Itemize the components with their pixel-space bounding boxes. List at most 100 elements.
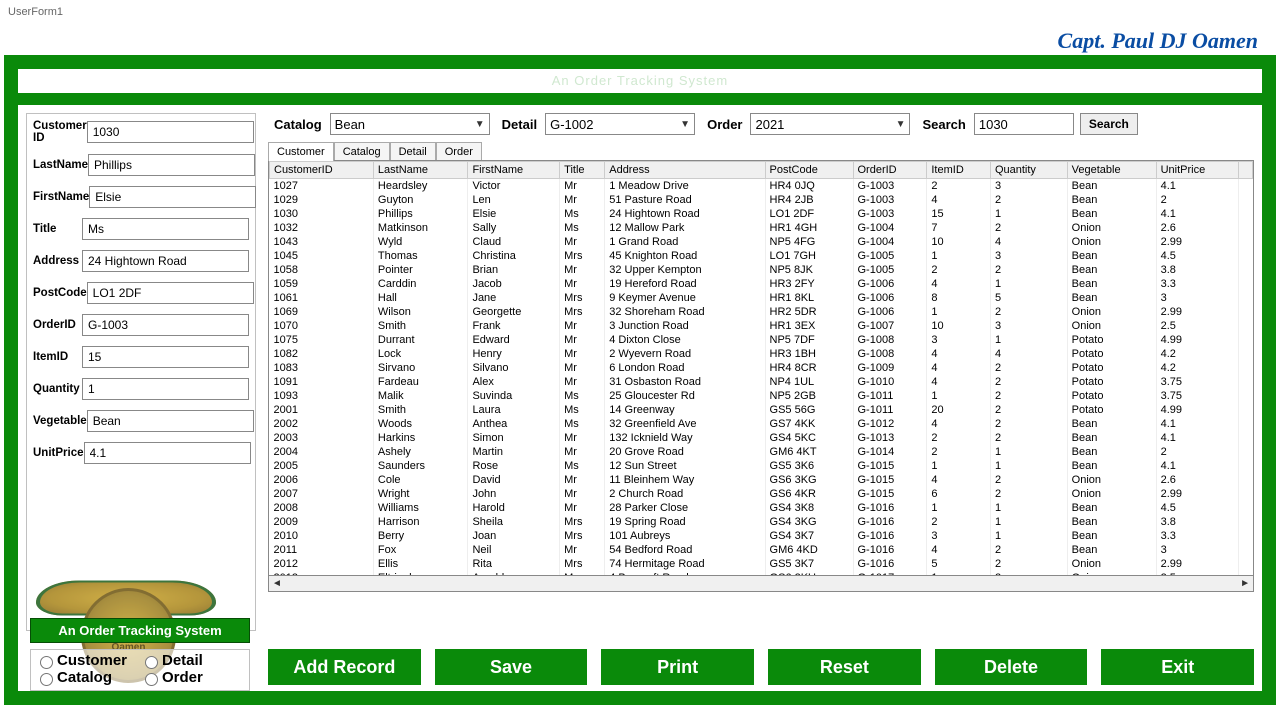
- cell: 3: [990, 179, 1067, 194]
- scroll-left-icon[interactable]: ◄: [269, 578, 285, 589]
- exit-button[interactable]: Exit: [1101, 649, 1254, 685]
- search-button[interactable]: Search: [1080, 113, 1138, 135]
- table-row[interactable]: 1058PointerBrianMr32 Upper KemptonNP5 8J…: [270, 263, 1253, 277]
- cell: Onion: [1067, 487, 1156, 501]
- table-row[interactable]: 1043WyldClaudMr1 Grand RoadNP5 4FGG-1004…: [270, 235, 1253, 249]
- table-row[interactable]: 1029GuytonLenMr51 Pasture RoadHR4 2JBG-1…: [270, 193, 1253, 207]
- table-row[interactable]: 2007WrightJohnMr2 Church RoadGS6 4KRG-10…: [270, 487, 1253, 501]
- table-row[interactable]: 2012EllisRitaMrs74 Hermitage RoadGS5 3K7…: [270, 557, 1253, 571]
- horizontal-scrollbar[interactable]: ◄ ►: [268, 576, 1254, 592]
- table-row[interactable]: 1032MatkinsonSallyMs12 Mallow ParkHR1 4G…: [270, 221, 1253, 235]
- cell: Mrs: [560, 291, 605, 305]
- table-row[interactable]: 2005SaundersRoseMs12 Sun StreetGS5 3K6G-…: [270, 459, 1253, 473]
- field-input-unitprice[interactable]: [84, 442, 251, 464]
- catalog-combo[interactable]: Bean▼: [330, 113, 490, 135]
- field-input-vegetable[interactable]: [87, 410, 254, 432]
- cell: 4.1: [1156, 459, 1238, 473]
- delete-button[interactable]: Delete: [935, 649, 1088, 685]
- field-input-quantity[interactable]: [82, 378, 249, 400]
- column-header[interactable]: LastName: [373, 162, 468, 179]
- table-row[interactable]: 2009HarrisonSheilaMrs19 Spring RoadGS4 3…: [270, 515, 1253, 529]
- table-row[interactable]: 1091FardeauAlexMr31 Osbaston RoadNP4 1UL…: [270, 375, 1253, 389]
- cell: 1: [990, 277, 1067, 291]
- table-row[interactable]: 1082LockHenryMr2 Wyevern RoadHR3 1BHG-10…: [270, 347, 1253, 361]
- table-row[interactable]: 2002WoodsAntheaMs32 Greenfield AveGS7 4K…: [270, 417, 1253, 431]
- cell: GS5 56G: [765, 403, 853, 417]
- cell: 2: [990, 417, 1067, 431]
- order-combo[interactable]: 2021▼: [750, 113, 910, 135]
- radio-customer[interactable]: Customer: [35, 652, 140, 669]
- search-label: Search: [922, 117, 965, 132]
- radio-order[interactable]: Order: [140, 669, 245, 686]
- tab-customer[interactable]: Customer: [268, 142, 334, 161]
- cell: G-1012: [853, 417, 927, 431]
- table-row[interactable]: 1075DurrantEdwardMr4 Dixton CloseNP5 7DF…: [270, 333, 1253, 347]
- table-row[interactable]: 1061HallJaneMrs9 Keymer AvenueHR1 8KLG-1…: [270, 291, 1253, 305]
- table-row[interactable]: 2010BerryJoanMrs101 AubreysGS4 3K7G-1016…: [270, 529, 1253, 543]
- add-record-button[interactable]: Add Record: [268, 649, 421, 685]
- column-header[interactable]: PostCode: [765, 162, 853, 179]
- field-input-firstname[interactable]: [89, 186, 256, 208]
- table-row[interactable]: 2006ColeDavidMr11 Bleinhem WayGS6 3KGG-1…: [270, 473, 1253, 487]
- radio-catalog[interactable]: Catalog: [35, 669, 140, 686]
- table-row[interactable]: 1045ThomasChristinaMrs45 Knighton RoadLO…: [270, 249, 1253, 263]
- column-header[interactable]: CustomerID: [270, 162, 374, 179]
- column-header[interactable]: Quantity: [990, 162, 1067, 179]
- table-row[interactable]: 2001SmithLauraMs14 GreenwayGS5 56GG-1011…: [270, 403, 1253, 417]
- inner-panel: Customer IDLastNameFirstNameTitleAddress…: [18, 105, 1262, 691]
- cell: 4.2: [1156, 361, 1238, 375]
- column-header[interactable]: Title: [560, 162, 605, 179]
- reset-button[interactable]: Reset: [768, 649, 921, 685]
- table-row[interactable]: 2003HarkinsSimonMr132 Icknield WayGS4 5K…: [270, 431, 1253, 445]
- table-row[interactable]: 1070SmithFrankMr3 Junction RoadHR1 3EXG-…: [270, 319, 1253, 333]
- detail-combo[interactable]: G-1002▼: [545, 113, 695, 135]
- cell: Simon: [468, 431, 560, 445]
- cell: 2: [990, 487, 1067, 501]
- print-button[interactable]: Print: [601, 649, 754, 685]
- table-row[interactable]: 1093MalikSuvindaMs25 Gloucester RdNP5 2G…: [270, 389, 1253, 403]
- column-header[interactable]: FirstName: [468, 162, 560, 179]
- field-input-address[interactable]: [82, 250, 249, 272]
- field-input-itemid[interactable]: [82, 346, 249, 368]
- cell: LO1 2DF: [765, 207, 853, 221]
- table-row[interactable]: 2011FoxNeilMr54 Bedford RoadGM6 4KDG-101…: [270, 543, 1253, 557]
- column-header[interactable]: Vegetable: [1067, 162, 1156, 179]
- field-input-title[interactable]: [82, 218, 249, 240]
- search-input[interactable]: [974, 113, 1074, 135]
- table-row[interactable]: 2013EltringhamArnoldMr4 Bancroft RoadGS6…: [270, 571, 1253, 576]
- field-input-lastname[interactable]: [88, 154, 255, 176]
- field-input-customer-id[interactable]: [87, 121, 254, 143]
- cell: G-1004: [853, 235, 927, 249]
- column-header[interactable]: UnitPrice: [1156, 162, 1238, 179]
- cell: 2009: [270, 515, 374, 529]
- table-row[interactable]: 1027HeardsleyVictorMr1 Meadow DriveHR4 0…: [270, 179, 1253, 194]
- cell: G-1003: [853, 207, 927, 221]
- scroll-right-icon[interactable]: ►: [1237, 578, 1253, 589]
- field-input-orderid[interactable]: [82, 314, 249, 336]
- cell: Mr: [560, 277, 605, 291]
- cell: 1 Meadow Drive: [605, 179, 765, 194]
- cell: Bean: [1067, 249, 1156, 263]
- radio-detail[interactable]: Detail: [140, 652, 245, 669]
- tab-order[interactable]: Order: [436, 142, 482, 161]
- column-header[interactable]: ItemID: [927, 162, 991, 179]
- table-row[interactable]: 1069WilsonGeorgetteMrs32 Shoreham RoadHR…: [270, 305, 1253, 319]
- cell: Ms: [560, 459, 605, 473]
- table-row[interactable]: 1030PhillipsElsieMs24 Hightown RoadLO1 2…: [270, 207, 1253, 221]
- tab-detail[interactable]: Detail: [390, 142, 436, 161]
- cell: 4 Bancroft Road: [605, 571, 765, 576]
- table-row[interactable]: 1059CarddinJacobMr19 Hereford RoadHR3 2F…: [270, 277, 1253, 291]
- column-header[interactable]: OrderID: [853, 162, 927, 179]
- column-header[interactable]: Address: [605, 162, 765, 179]
- table-row[interactable]: 2008WilliamsHaroldMr28 Parker CloseGS4 3…: [270, 501, 1253, 515]
- save-button[interactable]: Save: [435, 649, 588, 685]
- cell: GS4 3K7: [765, 529, 853, 543]
- right-panel: Catalog Bean▼ Detail G-1002▼ Order 2021▼…: [268, 113, 1254, 631]
- table-row[interactable]: 1083SirvanoSilvanoMr6 London RoadHR4 8CR…: [270, 361, 1253, 375]
- data-grid[interactable]: CustomerIDLastNameFirstNameTitleAddressP…: [268, 160, 1254, 576]
- cell: 11 Bleinhem Way: [605, 473, 765, 487]
- table-row[interactable]: 2004AshelyMartinMr20 Grove RoadGM6 4KTG-…: [270, 445, 1253, 459]
- field-input-postcode[interactable]: [87, 282, 254, 304]
- cell: Mrs: [560, 515, 605, 529]
- tab-catalog[interactable]: Catalog: [334, 142, 390, 161]
